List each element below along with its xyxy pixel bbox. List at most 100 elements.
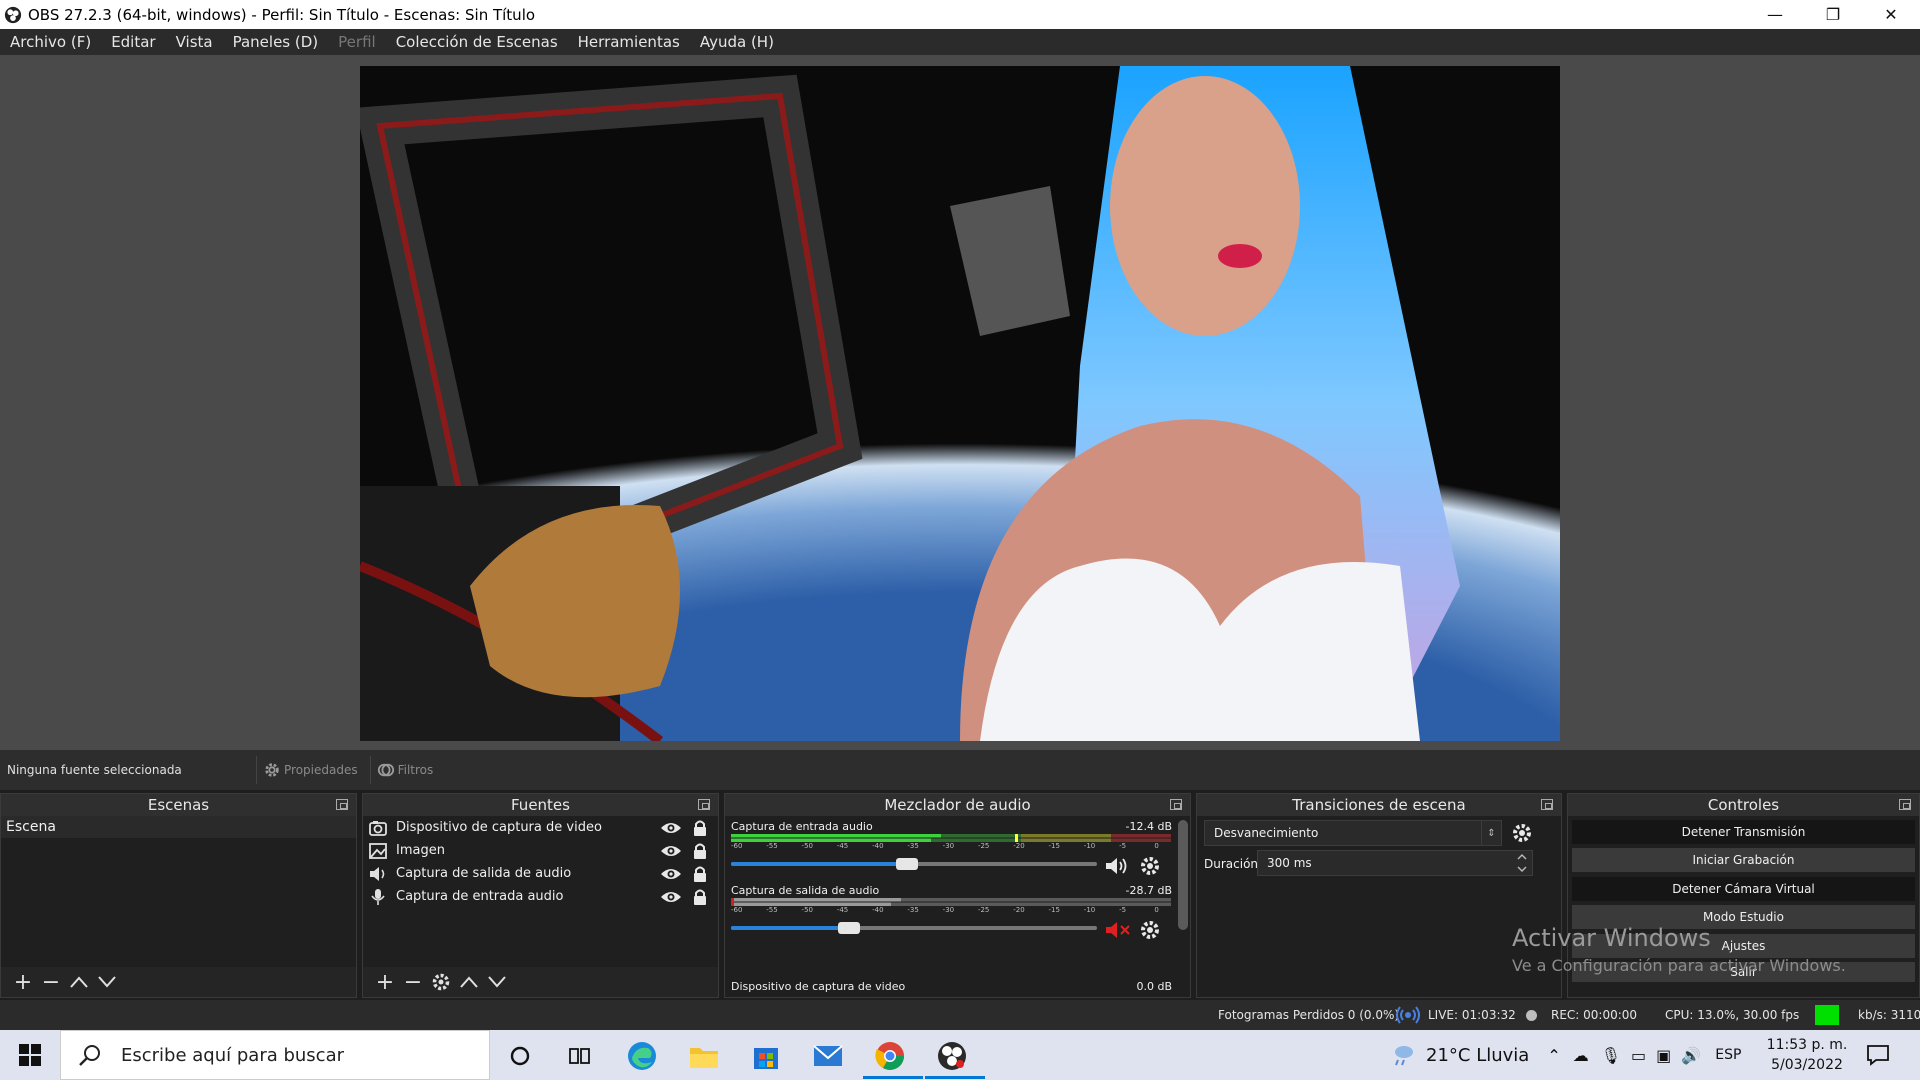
- menu-editar[interactable]: Editar: [101, 33, 165, 51]
- restore-button[interactable]: ❐: [1804, 0, 1862, 29]
- visibility-eye-icon[interactable]: [660, 820, 682, 836]
- menu-vista[interactable]: Vista: [166, 33, 223, 51]
- stop-virtual-camera-button[interactable]: Detener Cámara Virtual: [1572, 877, 1915, 901]
- system-tray: 21°C Lluvia ⌃ ☁ 🎙 ▭ ▣ 🔊 ESP: [1390, 1030, 1741, 1080]
- taskbar-search-input[interactable]: Escribe aquí para buscar: [60, 1030, 490, 1080]
- lock-icon[interactable]: [692, 865, 708, 883]
- remove-scene-button[interactable]: −: [37, 969, 65, 995]
- slider-fill: [731, 862, 907, 866]
- obs-taskbar-icon[interactable]: [935, 1039, 969, 1073]
- file-explorer-icon[interactable]: [687, 1039, 721, 1073]
- mixer-scrollbar[interactable]: [1178, 820, 1188, 930]
- speaker-icon[interactable]: [1104, 856, 1132, 876]
- activate-windows-watermark: Activar Windows Ve a Configuración para …: [1512, 924, 1846, 975]
- stop-streaming-button[interactable]: Detener Transmisión: [1572, 820, 1915, 844]
- start-recording-button[interactable]: Iniciar Grabación: [1572, 848, 1915, 872]
- undock-icon[interactable]: [336, 799, 348, 810]
- mail-icon[interactable]: [811, 1039, 845, 1073]
- source-item-video-capture[interactable]: Dispositivo de captura de video: [363, 816, 718, 839]
- transition-select[interactable]: Desvanecimiento ⇕: [1204, 820, 1502, 846]
- language-indicator[interactable]: ESP: [1715, 1047, 1741, 1063]
- move-scene-up-button[interactable]: [65, 969, 93, 995]
- move-scene-down-button[interactable]: [93, 969, 121, 995]
- menu-paneles[interactable]: Paneles (D): [223, 33, 329, 51]
- rec-timer: REC: 00:00:00: [1551, 1008, 1638, 1022]
- duration-spinbox[interactable]: 300 ms: [1257, 850, 1533, 876]
- meter-tick-label: -20: [1013, 842, 1025, 850]
- battery-icon[interactable]: ▭: [1631, 1046, 1646, 1065]
- menu-coleccion-escenas[interactable]: Colección de Escenas: [386, 33, 568, 51]
- menu-herramientas[interactable]: Herramientas: [568, 33, 690, 51]
- menu-ayuda[interactable]: Ayuda (H): [690, 33, 784, 51]
- microsoft-store-icon[interactable]: [749, 1039, 783, 1073]
- sources-dock-title: Fuentes: [511, 796, 570, 814]
- weather-text[interactable]: 21°C Lluvia: [1426, 1045, 1529, 1066]
- status-bar: Fotogramas Perdidos 0 (0.0%) LIVE: 01:03…: [0, 1000, 1920, 1030]
- undock-icon[interactable]: [698, 799, 710, 810]
- weather-rain-icon[interactable]: [1390, 1043, 1416, 1067]
- add-scene-button[interactable]: +: [9, 969, 37, 995]
- chevron-up-icon[interactable]: [1517, 854, 1527, 860]
- volume-icon[interactable]: 🔊: [1681, 1046, 1701, 1065]
- source-item-audio-output[interactable]: Captura de salida de audio: [363, 862, 718, 885]
- filters-button[interactable]: Filtros: [369, 756, 440, 784]
- stream-health-indicator: [1815, 1005, 1839, 1025]
- scene-item[interactable]: Escena: [1, 816, 356, 838]
- mixer-track-audio-output: Captura de salida de audio -28.7 dB -60 -…: [729, 884, 1174, 948]
- visibility-eye-icon[interactable]: [660, 843, 682, 859]
- slider-knob[interactable]: [896, 858, 918, 870]
- minimize-button[interactable]: —: [1746, 0, 1804, 29]
- slider-knob[interactable]: [838, 922, 860, 934]
- undock-icon[interactable]: [1541, 799, 1553, 810]
- speaker-icon: [370, 866, 385, 881]
- meter-tick-label: -10: [1083, 842, 1096, 850]
- menu-perfil: Perfil: [338, 33, 376, 51]
- chrome-active-indicator: [863, 1076, 923, 1079]
- edge-browser-icon[interactable]: [625, 1039, 659, 1073]
- move-source-down-button[interactable]: [483, 969, 511, 995]
- gear-icon[interactable]: [1511, 822, 1533, 844]
- cortana-icon[interactable]: [503, 1039, 537, 1073]
- gear-icon[interactable]: [1139, 919, 1161, 941]
- lock-icon[interactable]: [692, 842, 708, 860]
- taskbar-clock[interactable]: 11:53 p. m. 5/03/2022: [1760, 1035, 1854, 1075]
- volume-slider[interactable]: [731, 858, 1097, 870]
- close-button[interactable]: ✕: [1862, 0, 1920, 29]
- lock-icon[interactable]: [692, 819, 708, 837]
- undock-icon[interactable]: [1899, 799, 1911, 810]
- program-preview[interactable]: [360, 66, 1560, 741]
- windows-start-icon[interactable]: [18, 1043, 42, 1067]
- onedrive-icon[interactable]: ☁: [1573, 1046, 1589, 1065]
- spin-arrows-icon[interactable]: [1512, 851, 1532, 875]
- preview-scene-image: [360, 66, 1560, 741]
- microphone-icon[interactable]: 🎙: [1601, 1046, 1621, 1065]
- tray-chevron-up-icon[interactable]: ⌃: [1547, 1046, 1560, 1065]
- network-icon[interactable]: ▣: [1656, 1046, 1671, 1065]
- undock-icon[interactable]: [1170, 799, 1182, 810]
- visibility-eye-icon[interactable]: [660, 866, 682, 882]
- chevron-down-icon[interactable]: [1517, 866, 1527, 872]
- add-source-button[interactable]: +: [371, 969, 399, 995]
- remove-source-button[interactable]: −: [399, 969, 427, 995]
- task-view-icon[interactable]: [563, 1039, 597, 1073]
- visibility-eye-icon[interactable]: [660, 889, 682, 905]
- move-source-up-button[interactable]: [455, 969, 483, 995]
- obs-active-indicator: [925, 1076, 985, 1079]
- source-item-audio-input[interactable]: Captura de entrada audio: [363, 885, 718, 908]
- scenes-footer: + −: [1, 967, 356, 997]
- meter-tick-label: -30: [942, 842, 955, 850]
- meter-tick-label: -15: [1048, 842, 1060, 850]
- notification-center-icon[interactable]: [1866, 1044, 1890, 1066]
- volume-slider[interactable]: [731, 922, 1097, 934]
- chrome-icon[interactable]: [873, 1039, 907, 1073]
- source-properties-button[interactable]: [427, 969, 455, 995]
- sources-footer: + −: [363, 967, 718, 997]
- mixer-body: Captura de entrada audio -12.4 dB -60 -55…: [725, 816, 1190, 997]
- menu-archivo[interactable]: Archivo (F): [0, 33, 101, 51]
- source-item-image[interactable]: Imagen: [363, 839, 718, 862]
- lock-icon[interactable]: [692, 888, 708, 906]
- meter-tick-label: -35: [907, 842, 919, 850]
- properties-button[interactable]: Propiedades: [256, 756, 364, 784]
- muted-speaker-icon[interactable]: [1104, 920, 1132, 940]
- gear-icon[interactable]: [1139, 855, 1161, 877]
